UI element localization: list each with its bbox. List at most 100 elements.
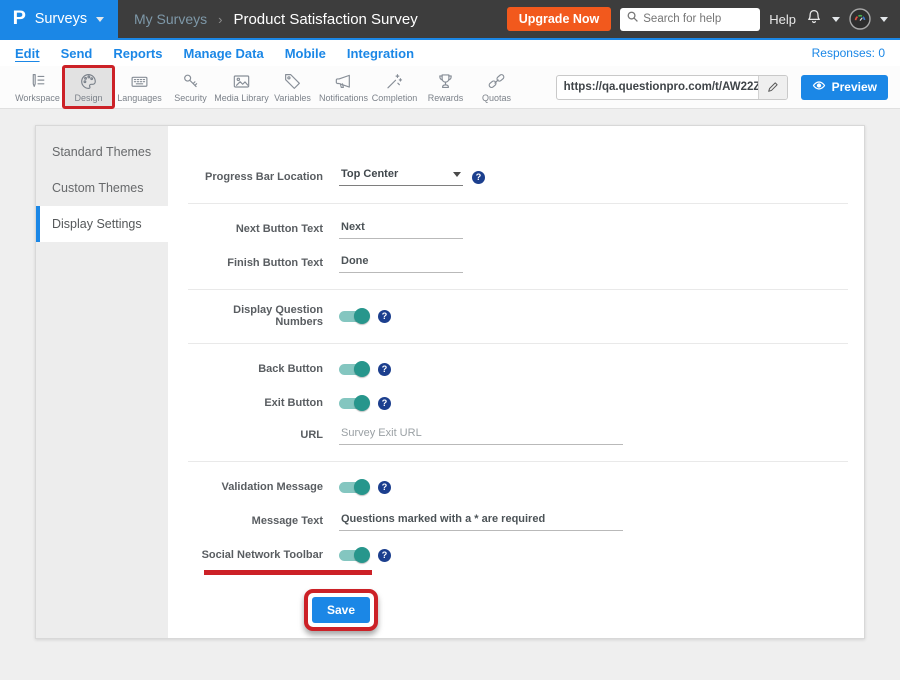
help-question-icon[interactable]: ? [472, 171, 485, 184]
toolbar-item-notifications[interactable]: Notifications [318, 66, 369, 108]
edit-toolbar: Workspace Design Languages Security [0, 66, 900, 109]
validation-message-label: Validation Message [188, 481, 323, 493]
section-divider [188, 203, 848, 204]
upgrade-now-button[interactable]: Upgrade Now [507, 7, 612, 31]
toolbar-item-rewards[interactable]: Rewards [420, 66, 471, 108]
breadcrumb: My Surveys › Product Satisfaction Survey [134, 11, 418, 28]
palette-icon [79, 72, 98, 91]
display-settings-panel: Progress Bar Location Top Center ? Next … [168, 126, 864, 638]
finish-button-text-input[interactable] [339, 253, 463, 273]
search-input[interactable] [643, 13, 754, 25]
chevron-down-icon [880, 17, 888, 22]
validation-message-row: Validation Message ? [188, 476, 848, 498]
help-question-icon[interactable]: ? [378, 397, 391, 410]
back-button-toggle[interactable] [339, 364, 369, 375]
page-title: Product Satisfaction Survey [233, 11, 417, 28]
validation-message-toggle[interactable] [339, 482, 369, 493]
nav-tab-reports[interactable]: Reports [113, 46, 162, 61]
themes-sidebar: Standard Themes Custom Themes Display Se… [36, 126, 168, 638]
finish-button-text-label: Finish Button Text [188, 257, 323, 269]
exit-url-label: URL [188, 429, 323, 441]
display-question-numbers-label: Display Question Numbers [188, 304, 323, 328]
breadcrumb-my-surveys[interactable]: My Surveys [134, 11, 207, 27]
toolbar-item-languages[interactable]: Languages [114, 66, 165, 108]
progress-bar-location-label: Progress Bar Location [188, 171, 323, 183]
notifications-bell-icon[interactable] [805, 8, 823, 31]
chain-icon [487, 72, 506, 91]
nav-tab-edit[interactable]: Edit [15, 46, 40, 61]
edit-url-pencil-icon[interactable] [758, 76, 787, 99]
key-icon [181, 72, 200, 91]
design-settings-card: Standard Themes Custom Themes Display Se… [35, 125, 865, 639]
toolbar-item-quotas[interactable]: Quotas [471, 66, 522, 108]
magic-wand-icon [385, 72, 404, 91]
search-icon [626, 10, 639, 28]
sidebar-item-custom-themes[interactable]: Custom Themes [36, 170, 168, 206]
next-button-text-input[interactable] [339, 219, 463, 239]
section-divider [188, 343, 848, 344]
keyboard-icon [130, 72, 149, 91]
nav-tab-mobile[interactable]: Mobile [285, 46, 326, 61]
toolbar-item-completion[interactable]: Completion [369, 66, 420, 108]
toolbar-item-variables[interactable]: Variables [267, 66, 318, 108]
product-menu-label: Surveys [35, 11, 87, 27]
toolbar-item-security[interactable]: Security [165, 66, 216, 108]
help-search [620, 8, 760, 31]
progress-bar-location-select[interactable]: Top Center [339, 168, 463, 186]
annotation-highlight-save: Save [304, 589, 378, 631]
section-divider [188, 461, 848, 462]
workspace-icon [28, 72, 47, 91]
breadcrumb-separator: › [218, 12, 222, 27]
back-button-label: Back Button [188, 363, 323, 375]
chevron-down-icon [832, 17, 840, 22]
exit-button-row: Exit Button ? [188, 392, 848, 414]
preview-button[interactable]: Preview [801, 75, 888, 100]
toolbar-actions: https://qa.questionpro.com/t/AW22Zcq2J P… [556, 66, 900, 108]
message-text-label: Message Text [188, 515, 323, 527]
help-question-icon[interactable]: ? [378, 310, 391, 323]
display-question-numbers-toggle[interactable] [339, 311, 369, 322]
sidebar-item-standard-themes[interactable]: Standard Themes [36, 134, 168, 170]
annotation-underline-social-network-toolbar [204, 570, 372, 575]
save-button[interactable]: Save [312, 597, 370, 623]
next-button-text-label: Next Button Text [188, 223, 323, 235]
chevron-down-icon [96, 17, 104, 22]
nav-tab-manage-data[interactable]: Manage Data [183, 46, 263, 61]
toolbar-item-design[interactable]: Design [63, 66, 114, 108]
toolbar-item-media-library[interactable]: Media Library [216, 66, 267, 108]
toolbar-item-workspace[interactable]: Workspace [12, 66, 63, 108]
display-question-numbers-row: Display Question Numbers ? [188, 304, 848, 328]
next-button-text-row: Next Button Text [188, 218, 848, 240]
header-actions: Upgrade Now Help [507, 7, 900, 31]
nav-tab-integration[interactable]: Integration [347, 46, 414, 61]
tag-icon [283, 72, 302, 91]
top-header: P Surveys My Surveys › Product Satisfact… [0, 0, 900, 38]
image-icon [232, 72, 251, 91]
back-button-row: Back Button ? [188, 358, 848, 380]
message-text-input[interactable] [339, 511, 623, 531]
page-body: Standard Themes Custom Themes Display Se… [0, 109, 900, 639]
help-question-icon[interactable]: ? [378, 363, 391, 376]
progress-bar-location-row: Progress Bar Location Top Center ? [188, 166, 848, 188]
help-question-icon[interactable]: ? [378, 481, 391, 494]
nav-tab-send[interactable]: Send [61, 46, 93, 61]
chevron-down-icon [453, 172, 461, 177]
sidebar-item-display-settings[interactable]: Display Settings [36, 206, 168, 242]
exit-button-toggle[interactable] [339, 398, 369, 409]
product-switcher[interactable]: P Surveys [0, 0, 118, 38]
questionpro-logo: P [13, 8, 26, 30]
progress-bar-location-value: Top Center [341, 168, 398, 180]
section-divider [188, 289, 848, 290]
avatar[interactable] [849, 8, 871, 30]
help-link[interactable]: Help [769, 12, 796, 27]
survey-url-field[interactable]: https://qa.questionpro.com/t/AW22Zcq2J [556, 75, 788, 100]
exit-url-row: URL [188, 424, 848, 446]
exit-url-input[interactable] [339, 425, 623, 445]
trophy-icon [436, 72, 455, 91]
social-network-toolbar-toggle[interactable] [339, 550, 369, 561]
survey-url-value: https://qa.questionpro.com/t/AW22Zcq2J [557, 76, 758, 99]
help-question-icon[interactable]: ? [378, 549, 391, 562]
finish-button-text-row: Finish Button Text [188, 252, 848, 274]
exit-button-label: Exit Button [188, 397, 323, 409]
social-network-toolbar-row: Social Network Toolbar ? [188, 544, 848, 566]
